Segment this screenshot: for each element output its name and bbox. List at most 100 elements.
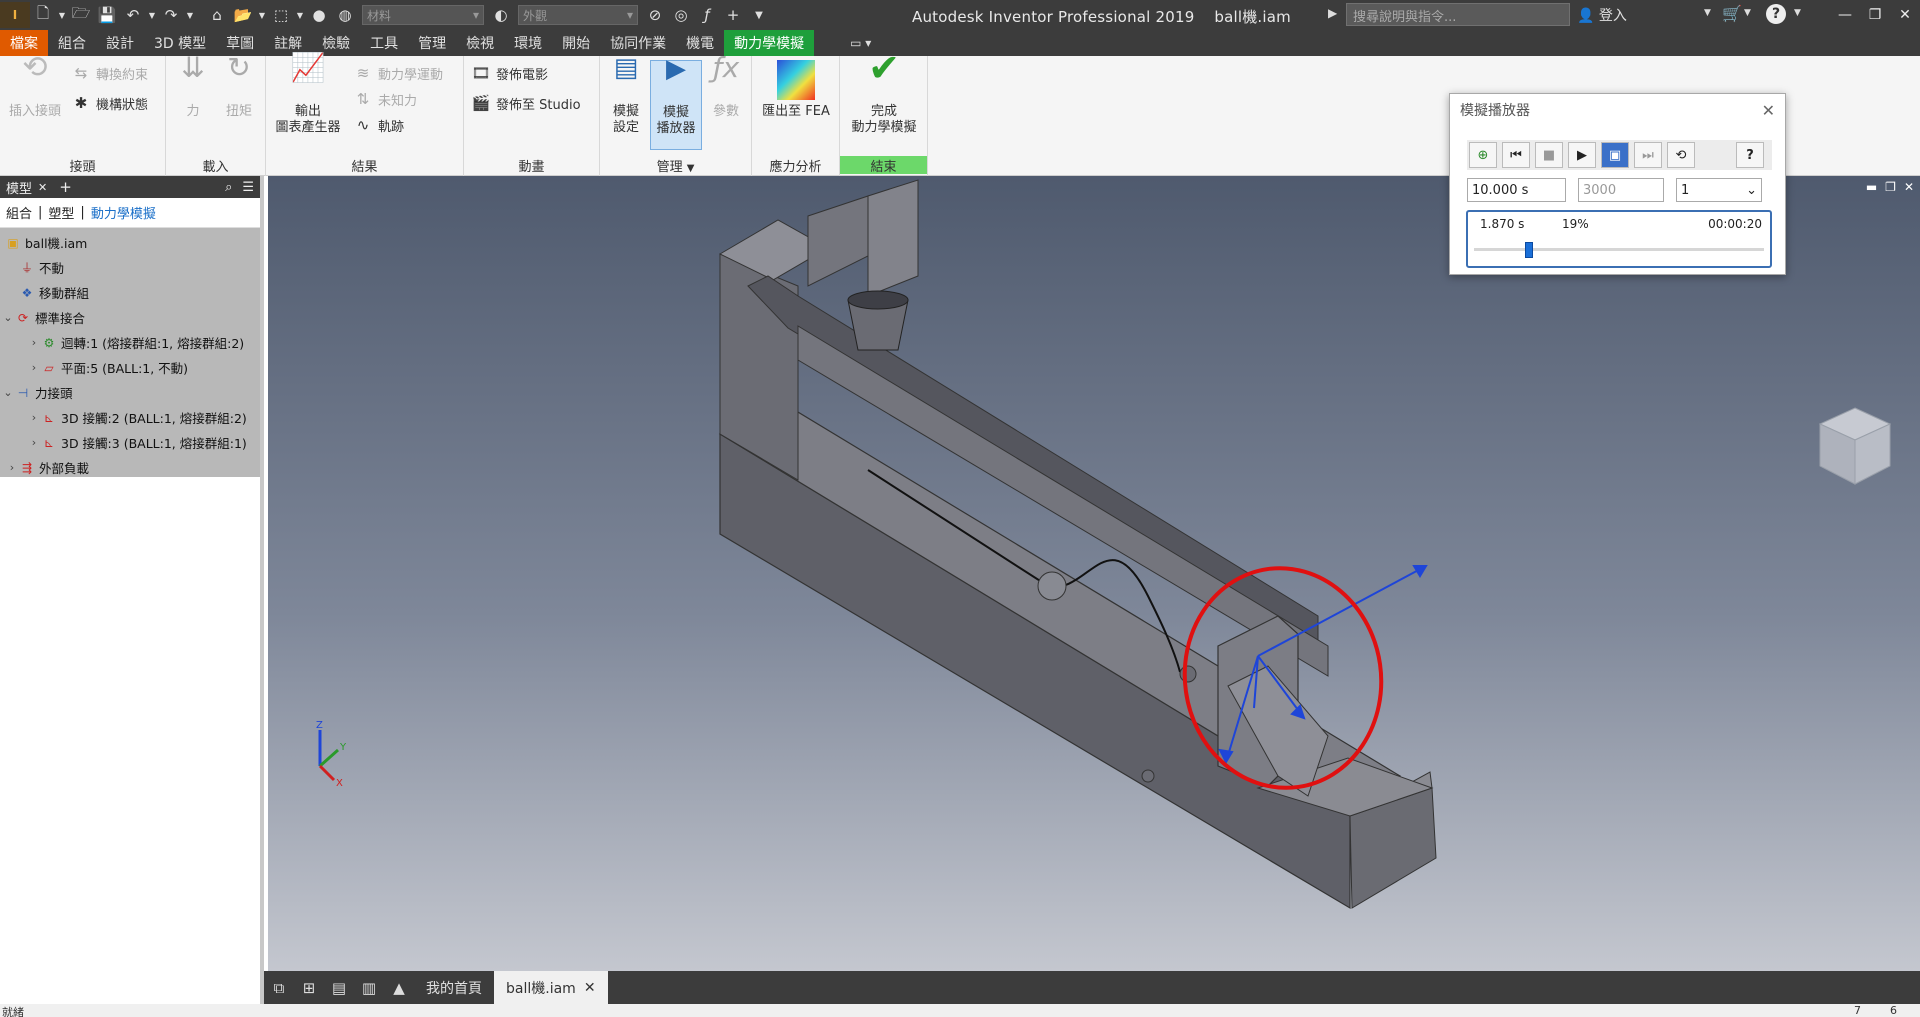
tree-item-planar-joint[interactable]: › ▱ 平面:5 (BALL:1, 不動) — [0, 355, 260, 380]
dynamic-motion-button[interactable]: ≋ 動力學運動 — [352, 62, 443, 84]
chevron-right-icon[interactable]: › — [28, 436, 40, 449]
finish-dynamic-simulation-button[interactable]: ✔ 完成 動力學模擬 — [842, 49, 926, 150]
torque-button[interactable]: ↻ 扭矩 — [218, 54, 260, 138]
cart-icon[interactable]: 🛒 — [1722, 4, 1742, 23]
chevron-right-icon[interactable]: › — [6, 461, 18, 474]
trace-button[interactable]: ∿ 軌跡 — [352, 114, 404, 136]
parameters-button[interactable]: ƒx 參數 — [706, 54, 746, 150]
export-fea-button[interactable]: 匯出至 FEA — [756, 60, 836, 140]
adjust-icon[interactable]: ◎ — [668, 2, 694, 28]
filter-select[interactable]: 1 ⌄ — [1676, 178, 1762, 202]
insert-joint-button[interactable]: ⟲ 插入接頭 — [4, 53, 66, 138]
convert-constraints-button[interactable]: ⇆ 轉換約束 — [70, 62, 148, 84]
appearance-combo[interactable]: 外觀 ▾ — [518, 5, 638, 25]
output-grapher-button[interactable]: 📈 輸出 圖表產生器 — [272, 54, 344, 146]
simulation-player-button[interactable]: ▶ 模擬 播放器 — [650, 56, 702, 150]
browser-sub-tab-dynamic-simulation[interactable]: 動力學模擬 — [91, 203, 156, 222]
tab-environments[interactable]: 環境 — [504, 30, 552, 56]
open-folder-icon[interactable]: 🗁 — [68, 2, 94, 28]
dropdown-arrow-icon[interactable]: ▼ — [1704, 8, 1711, 18]
publish-movie-button[interactable]: 🎞 發佈電影 — [470, 62, 548, 84]
chevron-right-icon[interactable]: › — [28, 411, 40, 424]
search-expand-icon[interactable]: ▶ — [1328, 6, 1337, 20]
tree-item-force-joints[interactable]: ⌄ ⊣ 力接頭 — [0, 380, 260, 405]
chevron-down-icon[interactable]: ⌄ — [2, 311, 14, 324]
browser-tab-model[interactable]: 模型 — [0, 178, 38, 197]
sign-in[interactable]: 👤 登入 — [1577, 5, 1627, 25]
open-project-icon[interactable]: 📂 — [230, 2, 256, 28]
rewind-icon[interactable]: ⏮ — [1502, 142, 1530, 168]
mechanism-status-button[interactable]: ✱ 機構狀態 — [70, 92, 148, 114]
material-sphere-icon[interactable]: ◍ — [332, 2, 358, 28]
simulation-settings-button[interactable]: ▤ 模擬 設定 — [606, 55, 646, 150]
time-slider-thumb[interactable] — [1525, 242, 1534, 258]
cascade-windows-icon[interactable]: ⧉ — [264, 971, 294, 1004]
dropdown-arrow-icon[interactable]: ▼ — [1794, 8, 1801, 18]
close-icon[interactable]: ✕ — [38, 181, 47, 194]
force-button[interactable]: ⇊ 力 — [172, 54, 214, 138]
tree-item-external-loads[interactable]: › ⇶ 外部負載 — [0, 455, 260, 480]
tree-item-standard-joints[interactable]: ⌄ ⟳ 標準接合 — [0, 305, 260, 330]
tile-vertical-icon[interactable]: ▥ — [354, 971, 384, 1004]
tab-home[interactable]: 我的首頁 — [414, 971, 494, 1004]
tree-item-mobile-groups[interactable]: ❖ 移動群組 — [0, 280, 260, 305]
fx-icon[interactable]: ƒ — [694, 2, 720, 28]
simulation-player-header[interactable]: 模擬播放器 ✕ — [1450, 94, 1785, 126]
chevron-right-icon[interactable]: › — [28, 361, 40, 374]
arrange-up-icon[interactable]: ▲ — [384, 971, 414, 1004]
dropdown-arrow-icon[interactable]: ▼ — [294, 2, 306, 28]
close-icon[interactable]: ✕ — [1762, 101, 1775, 120]
viewcube[interactable] — [1818, 406, 1892, 486]
material-combo[interactable]: 材料 ▾ — [362, 5, 484, 25]
graphics-viewport[interactable]: ▬ ❐ ✕ Z Y X — [268, 176, 1920, 971]
close-icon[interactable]: ✕ — [1890, 0, 1920, 30]
images-input[interactable]: 3000 — [1578, 178, 1664, 202]
dropdown-arrow-icon[interactable]: ▼ — [256, 2, 268, 28]
play-icon[interactable]: ▶ — [1568, 142, 1596, 168]
tile-horizontal-icon[interactable]: ▤ — [324, 971, 354, 1004]
stop-icon[interactable]: ■ — [1535, 142, 1563, 168]
menu-icon[interactable]: ☰ — [242, 180, 254, 195]
tree-item-root[interactable]: ▣ ball機.iam — [0, 230, 260, 255]
undo-icon[interactable]: ↶ — [120, 2, 146, 28]
tab-design[interactable]: 設計 — [96, 30, 144, 56]
screen-refresh-icon[interactable]: ▣ — [1601, 142, 1629, 168]
time-slider-track[interactable] — [1474, 248, 1764, 251]
search-input[interactable]: 搜尋說明與指令... — [1346, 3, 1570, 26]
dropdown-arrow-icon[interactable]: ▼ — [184, 2, 196, 28]
loop-icon[interactable]: ⟲ — [1667, 142, 1695, 168]
tab-tools[interactable]: 工具 — [360, 30, 408, 56]
dropdown-arrow-icon[interactable]: ▼ — [146, 2, 158, 28]
dropdown-arrow-icon[interactable]: ▼ — [1744, 8, 1751, 18]
tab-manage[interactable]: 管理 — [408, 30, 456, 56]
tab-document[interactable]: ball機.iam ✕ — [494, 971, 608, 1004]
model-3d[interactable]: Z Y X — [268, 176, 1920, 971]
appearance-sphere-icon[interactable]: ◐ — [488, 2, 514, 28]
help-icon[interactable]: ? — [1766, 4, 1786, 24]
tab-assemble[interactable]: 組合 — [48, 30, 96, 56]
browser-sub-tab-modeling[interactable]: 塑型 — [48, 203, 74, 222]
plus-icon[interactable]: + — [720, 2, 746, 28]
close-icon[interactable]: ✕ — [584, 980, 596, 996]
go-to-end-icon[interactable]: ⏭ — [1634, 142, 1662, 168]
clear-appearance-icon[interactable]: ⊘ — [642, 2, 668, 28]
tree-item-revolution-joint[interactable]: › ⚙ 迴轉:1 (熔接群組:1, 熔接群組:2) — [0, 330, 260, 355]
tree-item-contact-joint-2[interactable]: › ⊾ 3D 接觸:2 (BALL:1, 熔接群組:2) — [0, 405, 260, 430]
app-logo-icon[interactable]: I — [0, 2, 30, 28]
final-time-input[interactable]: 10.000 s — [1467, 178, 1566, 202]
color-override-icon[interactable]: ● — [306, 2, 332, 28]
dropdown-arrow-icon[interactable]: ▼ — [56, 2, 68, 28]
tree-item-contact-joint-3[interactable]: › ⊾ 3D 接觸:3 (BALL:1, 熔接群組:1) — [0, 430, 260, 455]
redo-icon[interactable]: ↷ — [158, 2, 184, 28]
tab-3d-model[interactable]: 3D 模型 — [144, 30, 216, 56]
chevron-right-icon[interactable]: › — [28, 336, 40, 349]
tree-item-grounded[interactable]: ⏚ 不動 — [0, 255, 260, 280]
unknown-force-button[interactable]: ⇅ 未知力 — [352, 88, 417, 110]
tab-view[interactable]: 檢視 — [456, 30, 504, 56]
construction-mode-icon[interactable]: ⊕ — [1469, 142, 1497, 168]
home-icon[interactable]: ⌂ — [204, 2, 230, 28]
tile-grid-icon[interactable]: ⊞ — [294, 971, 324, 1004]
add-browser-icon[interactable]: + — [59, 178, 72, 196]
select-icon[interactable]: ⬚ — [268, 2, 294, 28]
publish-studio-button[interactable]: 🎬 發佈至 Studio — [470, 92, 581, 114]
